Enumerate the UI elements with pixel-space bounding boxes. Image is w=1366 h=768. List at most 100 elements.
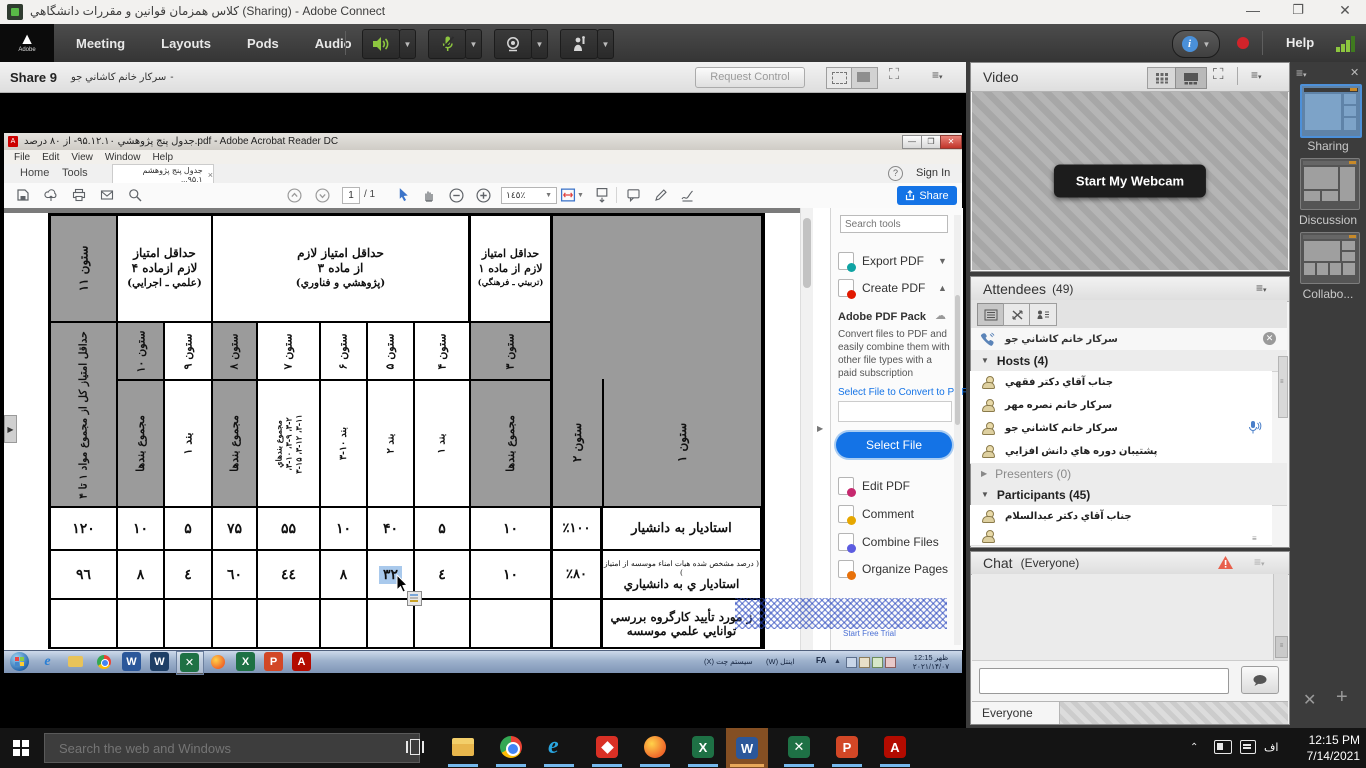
comment-icon[interactable] xyxy=(626,188,641,202)
firefox-icon[interactable] xyxy=(644,736,666,758)
raise-hand-dropdown[interactable]: ▼ xyxy=(597,29,614,59)
connect-addin-icon[interactable]: ✕ xyxy=(788,736,810,758)
win7-word-icon[interactable]: W xyxy=(122,652,141,671)
webcam-button[interactable] xyxy=(494,29,532,59)
attendee-row[interactable]: سركار خانم نصره مهر xyxy=(970,394,1272,418)
request-control-button[interactable]: Request Control xyxy=(695,67,805,88)
speaker-button[interactable] xyxy=(362,29,400,59)
sign-icon[interactable] xyxy=(680,188,695,202)
attendee-status-view-icon[interactable] xyxy=(1029,303,1057,326)
edit-pdf-item[interactable]: Edit PDF xyxy=(838,477,910,495)
win7-word2-icon[interactable]: W xyxy=(150,652,169,671)
convert-file-input[interactable] xyxy=(838,401,952,422)
save-icon[interactable] xyxy=(16,188,30,202)
mic-button[interactable] xyxy=(428,29,466,59)
chat-pod-menu-icon[interactable]: ≡▾ xyxy=(1254,555,1265,569)
notification-center-icon[interactable] xyxy=(1240,740,1256,754)
video-grid-view-icon[interactable] xyxy=(1147,67,1177,89)
page-panel-arrow[interactable]: ▶ xyxy=(4,415,17,443)
help-circle-icon[interactable]: ? xyxy=(888,166,903,181)
share-view-toggle-2[interactable] xyxy=(851,67,878,89)
scrollbar-thumb[interactable]: ≡ xyxy=(1275,636,1288,658)
word-active-slot[interactable]: W xyxy=(726,728,768,768)
win7-explorer-icon[interactable] xyxy=(66,652,85,671)
attendees-pod-menu-icon[interactable]: ≡▾ xyxy=(1256,281,1267,295)
chat-input[interactable] xyxy=(979,668,1229,694)
tray-tablet-icon[interactable] xyxy=(1214,740,1232,754)
start-button[interactable] xyxy=(13,740,29,756)
reader-menu-edit[interactable]: Edit xyxy=(42,152,59,163)
taskbar-search-input[interactable] xyxy=(44,733,420,763)
layout-collaboration-thumb[interactable] xyxy=(1300,232,1360,284)
chat-scrollbar[interactable]: ≡ xyxy=(1273,574,1288,660)
export-pdf-item[interactable]: Export PDF ▼ xyxy=(838,252,924,270)
menu-pods[interactable]: Pods xyxy=(247,36,279,51)
scrolling-mode-icon[interactable] xyxy=(594,187,610,203)
search-icon[interactable] xyxy=(128,188,142,202)
reader-menu-window[interactable]: Window xyxy=(105,152,141,163)
zoom-in-icon[interactable] xyxy=(476,188,491,203)
layouts-close-icon[interactable]: ✕ xyxy=(1350,66,1359,79)
scrollbar-thumb[interactable] xyxy=(803,218,811,288)
layout-collaboration-label[interactable]: Collabo... xyxy=(1290,287,1366,301)
connection-status-button[interactable]: i ▼ xyxy=(1172,30,1220,58)
adobe-reader-icon[interactable]: A xyxy=(884,736,906,758)
participants-section-header[interactable]: ▼ Participants (45) xyxy=(971,484,1287,506)
start-webcam-button[interactable]: Start My Webcam xyxy=(1054,165,1206,198)
tab-document[interactable]: جدول پنج پژوهشم ۹۵.۱... × xyxy=(112,164,214,184)
layout-sharing-label[interactable]: Sharing xyxy=(1290,139,1366,153)
create-pdf-item[interactable]: Create PDF ▲ xyxy=(838,279,925,297)
adobe-connect-app-icon[interactable] xyxy=(596,736,618,758)
fullscreen-icon[interactable]: ⛶ xyxy=(884,66,904,86)
zoom-level-select[interactable]: ١٤٥٪▼ xyxy=(501,187,557,204)
attendee-row[interactable]: جناب آقاي دكتر فقهي xyxy=(970,371,1272,395)
edge-icon[interactable]: e xyxy=(548,733,559,760)
video-pod-menu-icon[interactable]: ≡▾ xyxy=(1251,68,1262,82)
win7-tray-chevron-icon[interactable]: ▲ xyxy=(834,658,841,665)
layout-discussion-thumb[interactable] xyxy=(1300,158,1360,210)
reader-menu-help[interactable]: Help xyxy=(152,152,173,163)
video-fullscreen-icon[interactable]: ⛶ xyxy=(1213,66,1224,83)
organize-pages-item[interactable]: Organize Pages xyxy=(838,560,948,578)
start-free-trial-link[interactable]: Start Free Trial xyxy=(843,629,896,638)
pencil-icon[interactable] xyxy=(654,188,668,202)
reader-share-button[interactable]: Share xyxy=(897,186,957,205)
layout-tools-icon[interactable]: ✕ xyxy=(1303,690,1316,710)
reader-close-icon[interactable]: ✕ xyxy=(940,135,962,149)
tab-tools[interactable]: Tools xyxy=(62,167,88,179)
win7-firefox-icon[interactable] xyxy=(208,652,227,671)
attendee-row-partial[interactable]: ≡ xyxy=(970,528,1272,546)
panel-collapse-arrow[interactable]: ▶ xyxy=(817,424,823,433)
chrome-icon[interactable] xyxy=(500,736,522,758)
win7-adobe-icon[interactable]: A xyxy=(292,652,311,671)
attendee-row[interactable]: سركار خانم كاشاني جو xyxy=(970,417,1272,441)
reader-minimize-icon[interactable]: — xyxy=(902,135,922,149)
fit-width-icon[interactable] xyxy=(560,187,576,203)
help-menu[interactable]: Help xyxy=(1286,35,1314,50)
zoom-out-icon[interactable] xyxy=(449,188,464,203)
reader-menu-view[interactable]: View xyxy=(71,152,93,163)
chat-tab-everyone[interactable]: Everyone xyxy=(972,702,1060,724)
tab-home[interactable]: Home xyxy=(20,167,49,179)
print-icon[interactable] xyxy=(72,188,86,202)
menu-audio[interactable]: Audio xyxy=(315,36,352,51)
combine-files-item[interactable]: Combine Files xyxy=(838,533,939,551)
hand-tool-icon[interactable] xyxy=(422,188,436,202)
chat-warning-icon[interactable] xyxy=(1217,555,1234,570)
video-filmstrip-view-icon[interactable] xyxy=(1175,67,1207,89)
attendee-list-view-icon[interactable] xyxy=(977,303,1005,326)
win7-start-button[interactable] xyxy=(10,652,29,671)
raise-hand-button[interactable] xyxy=(560,29,598,59)
win7-chrome-icon[interactable] xyxy=(94,652,113,671)
excel-icon[interactable]: X xyxy=(692,736,714,758)
search-tools-input[interactable] xyxy=(840,215,948,233)
comment-item[interactable]: Comment xyxy=(838,505,914,523)
win7-powerpoint-icon[interactable]: P xyxy=(264,652,283,671)
speaker-dropdown[interactable]: ▼ xyxy=(399,29,416,59)
attendee-row[interactable]: پشتيبان دوره هاي دانش افزايي xyxy=(970,440,1272,464)
close-icon[interactable]: ✕ xyxy=(1330,2,1360,19)
select-tool-icon[interactable] xyxy=(396,187,411,203)
win7-active-app-slot[interactable]: ✕ xyxy=(176,651,204,675)
presenters-section-header[interactable]: ▶ Presenters (0) xyxy=(971,463,1287,485)
chevron-down-icon[interactable]: ▼ xyxy=(577,192,584,199)
